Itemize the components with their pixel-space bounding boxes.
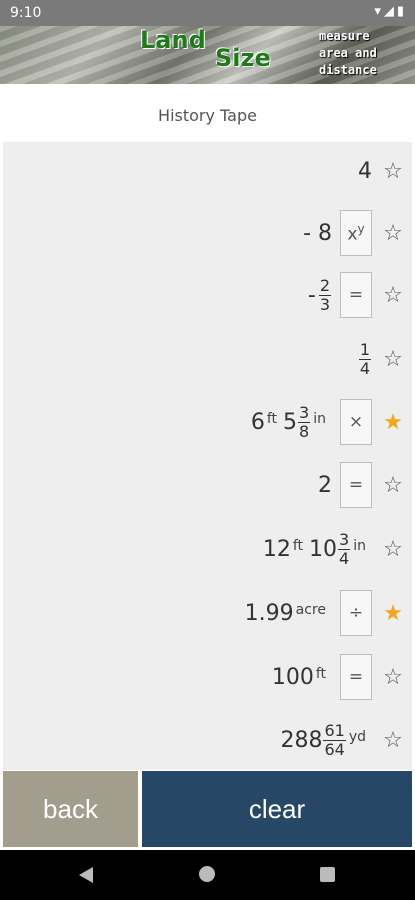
wifi-icon: ▾ bbox=[374, 4, 384, 19]
status-bar: 9:10 ▾◢▮ bbox=[0, 0, 415, 26]
star-icon[interactable]: ☆ bbox=[380, 473, 406, 498]
fraction-denominator: 3 bbox=[319, 294, 330, 314]
number-text: 6 bbox=[250, 409, 265, 435]
star-icon[interactable]: ☆ bbox=[380, 347, 406, 372]
banner-tagline-line: measure bbox=[319, 29, 370, 43]
number-text: 100 bbox=[271, 664, 314, 690]
system-nav-bar bbox=[0, 850, 415, 900]
banner-tagline: measure area and distance bbox=[319, 28, 413, 79]
banner-logo-land: Land bbox=[140, 26, 206, 54]
tape-value: -23 bbox=[307, 275, 332, 314]
star-icon[interactable]: ☆ bbox=[380, 537, 406, 562]
star-icon[interactable]: ☆ bbox=[380, 665, 406, 690]
unit-label: acre bbox=[295, 602, 326, 618]
tape-value: 1.99 acre bbox=[245, 601, 332, 626]
operator-box: ÷ bbox=[340, 590, 372, 636]
unit-label: ft bbox=[266, 411, 278, 427]
tape-row[interactable]: 288 61 64 yd ☆ bbox=[3, 715, 412, 765]
fraction-numerator: 1 bbox=[358, 339, 371, 360]
tape-row[interactable]: 4 ☆ bbox=[3, 146, 412, 196]
fraction-denominator: 8 bbox=[299, 421, 310, 441]
fraction: 14 bbox=[358, 339, 371, 378]
signal-icon: ◢ bbox=[383, 4, 397, 19]
number-text: 2 bbox=[318, 472, 332, 498]
tape-value: 288 61 64 yd bbox=[280, 720, 372, 759]
operator-power: xy bbox=[347, 221, 365, 245]
fraction-numerator: 3 bbox=[338, 529, 351, 550]
tape-row[interactable]: 6 ft 5 3 8 in × ★ bbox=[3, 397, 412, 447]
status-icons: ▾◢▮ bbox=[374, 4, 407, 19]
tape-row[interactable]: 2 = ☆ bbox=[3, 460, 412, 510]
star-icon[interactable]: ☆ bbox=[380, 221, 406, 246]
nav-back-icon[interactable] bbox=[79, 867, 93, 883]
fraction-denominator: 4 bbox=[359, 358, 370, 378]
number-text: 5 bbox=[283, 409, 298, 435]
banner-logo-size: Size bbox=[215, 44, 271, 72]
tape-row[interactable]: - 8 xy ☆ bbox=[3, 208, 412, 258]
operator-box: xy bbox=[340, 210, 372, 256]
tape-row[interactable]: 1.99 acre ÷ ★ bbox=[3, 588, 412, 638]
unit-label: ft bbox=[292, 538, 304, 554]
page-title: History Tape bbox=[158, 106, 257, 125]
number-text: 288 bbox=[280, 727, 323, 753]
unit-label: ft bbox=[315, 666, 326, 682]
number-text: 10 bbox=[309, 536, 338, 562]
fraction-denominator: 4 bbox=[339, 548, 350, 568]
history-tape-list[interactable]: 4 ☆ - 8 xy ☆ -2 3 = ☆ 1 4 ☆ 6 ft 5 3 8 in × ★ 2 = ☆ 12 ft 10 3 4 in ☆… bbox=[3, 142, 412, 770]
tape-value: 6 ft 5 3 8 in bbox=[250, 402, 332, 441]
fraction-denominator: 64 bbox=[324, 739, 345, 759]
banner-tagline-line: area and bbox=[319, 46, 377, 60]
fraction: 38 bbox=[298, 402, 311, 441]
tape-row[interactable]: 100 ft = ☆ bbox=[3, 652, 412, 702]
number-text: 4 bbox=[358, 158, 372, 184]
tape-value: 12 ft 10 3 4 in bbox=[262, 529, 372, 568]
star-icon[interactable]: ☆ bbox=[380, 283, 406, 308]
number-text: - bbox=[307, 282, 316, 308]
battery-icon: ▮ bbox=[396, 4, 407, 19]
number-text: 1.99 bbox=[244, 600, 294, 626]
banner-tagline-line: distance bbox=[319, 63, 377, 77]
unit-label: in bbox=[313, 411, 326, 427]
status-time: 9:10 bbox=[10, 5, 42, 21]
unit-label: yd bbox=[348, 729, 366, 745]
fraction: 34 bbox=[338, 529, 351, 568]
unit-label: in bbox=[353, 538, 366, 554]
fraction-numerator: 2 bbox=[318, 275, 331, 296]
tape-row[interactable]: -2 3 = ☆ bbox=[3, 270, 412, 320]
star-icon[interactable]: ★ bbox=[380, 410, 406, 435]
number-text: 12 bbox=[262, 536, 291, 562]
fraction-numerator: 3 bbox=[298, 402, 311, 423]
tape-value: 4 bbox=[358, 159, 372, 184]
tape-value: 2 bbox=[318, 473, 332, 498]
operator-box: = bbox=[340, 654, 372, 700]
operator-box: = bbox=[340, 462, 372, 508]
ad-banner[interactable]: Land Size measure area and distance bbox=[0, 26, 415, 84]
star-icon[interactable]: ☆ bbox=[380, 728, 406, 753]
fraction: 61 64 bbox=[323, 720, 346, 759]
clear-button[interactable]: clear bbox=[142, 771, 412, 847]
tape-value: - 8 bbox=[303, 221, 332, 246]
operator-box: × bbox=[340, 399, 372, 445]
fraction-numerator: 61 bbox=[323, 720, 346, 741]
tape-value: 100 ft bbox=[272, 665, 332, 690]
back-button[interactable]: back bbox=[3, 771, 138, 847]
tape-value: 14 bbox=[358, 339, 372, 378]
nav-recents-icon[interactable] bbox=[320, 867, 335, 882]
fraction: 23 bbox=[318, 275, 331, 314]
operator-box: = bbox=[340, 272, 372, 318]
number-text: - 8 bbox=[303, 220, 332, 246]
star-icon[interactable]: ☆ bbox=[380, 159, 406, 184]
nav-home-icon[interactable] bbox=[199, 866, 215, 882]
tape-row[interactable]: 12 ft 10 3 4 in ☆ bbox=[3, 524, 412, 574]
tape-row[interactable]: 1 4 ☆ bbox=[3, 334, 412, 384]
star-icon[interactable]: ★ bbox=[380, 601, 406, 626]
